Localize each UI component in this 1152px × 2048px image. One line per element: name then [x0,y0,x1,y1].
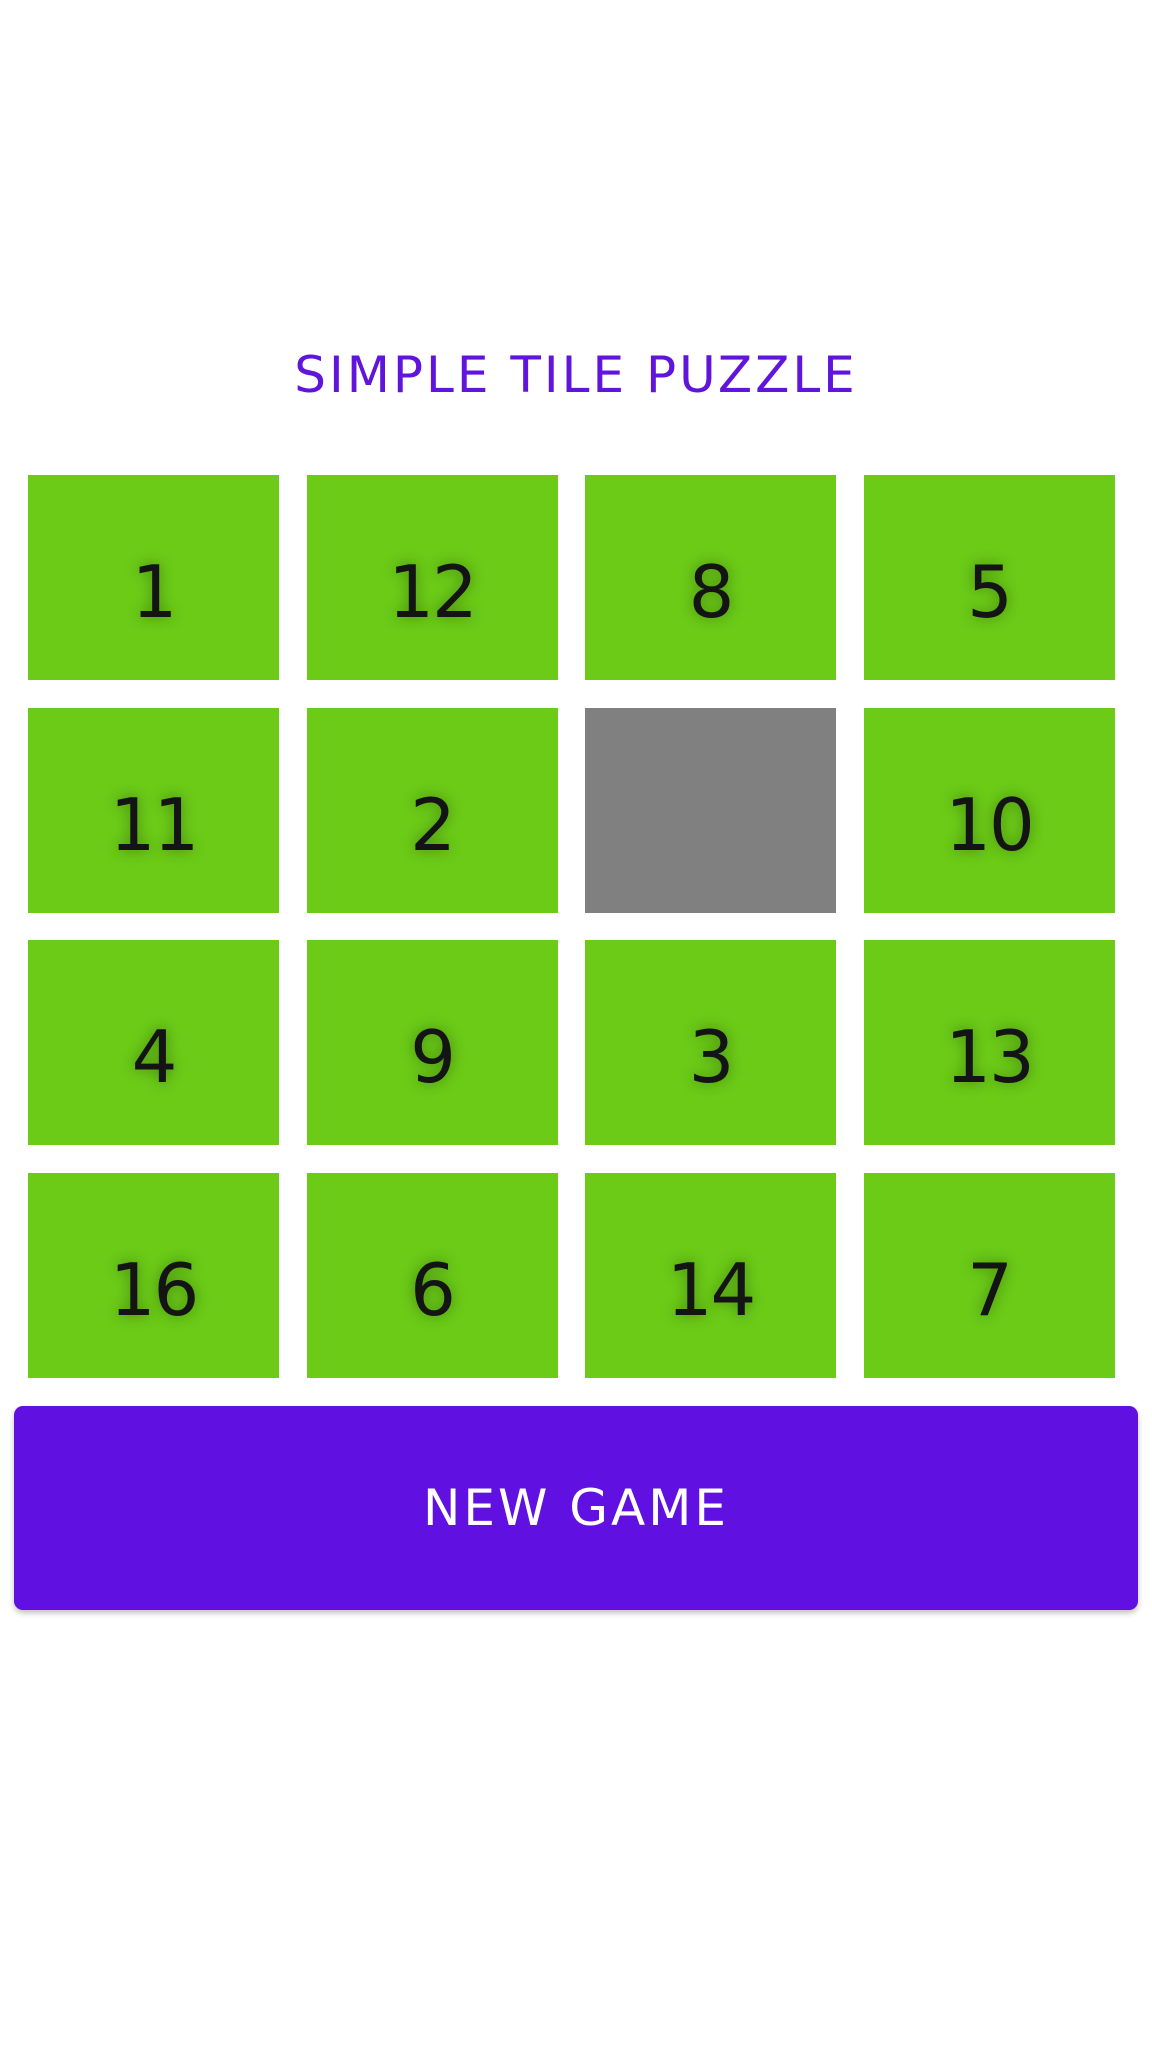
puzzle-tile[interactable]: 9 [306,940,558,1145]
puzzle-tile[interactable]: 7 [863,1172,1115,1378]
tile-number: 4 [131,1015,178,1099]
puzzle-tile[interactable]: 4 [28,940,279,1145]
tile-number: 14 [666,1247,757,1332]
puzzle-tile[interactable]: 2 [306,707,558,913]
tile-number: 16 [109,1247,200,1332]
empty-tile [585,707,836,913]
tile-number: 3 [688,1015,735,1099]
puzzle-tile[interactable]: 8 [585,475,836,680]
tile-number: 12 [388,550,478,634]
puzzle-tile[interactable]: 10 [863,707,1115,913]
tile-number: 5 [967,550,1013,634]
puzzle-tile[interactable]: 6 [306,1172,558,1378]
page-title: SIMPLE TILE PUZZLE [294,346,858,404]
puzzle-tile[interactable]: 11 [28,707,279,913]
tile-number: 1 [131,550,178,634]
puzzle-tile[interactable]: 13 [863,940,1115,1145]
tile-number: 10 [945,782,1035,867]
puzzle-board: 1 12 8 5 11 2 10 4 9 3 13 16 6 14 7 [28,475,1115,1378]
tile-number: 11 [109,782,200,867]
tile-number: 13 [945,1015,1035,1099]
tile-number: 6 [410,1247,456,1332]
tile-number: 8 [688,550,735,634]
new-game-button[interactable]: NEW GAME [14,1406,1138,1610]
new-game-label: NEW GAME [422,1479,729,1537]
puzzle-tile[interactable]: 12 [306,475,558,680]
tile-number: 2 [410,782,456,867]
puzzle-tile[interactable]: 5 [863,475,1115,680]
puzzle-tile[interactable]: 3 [585,940,836,1145]
tile-number: 9 [410,1015,456,1099]
puzzle-tile[interactable]: 14 [585,1172,836,1378]
puzzle-screen: SIMPLE TILE PUZZLE 1 12 8 5 11 2 10 4 9 … [0,0,1152,2048]
puzzle-tile[interactable]: 16 [28,1172,279,1378]
puzzle-tile[interactable]: 1 [28,475,279,680]
tile-number: 7 [967,1247,1013,1332]
